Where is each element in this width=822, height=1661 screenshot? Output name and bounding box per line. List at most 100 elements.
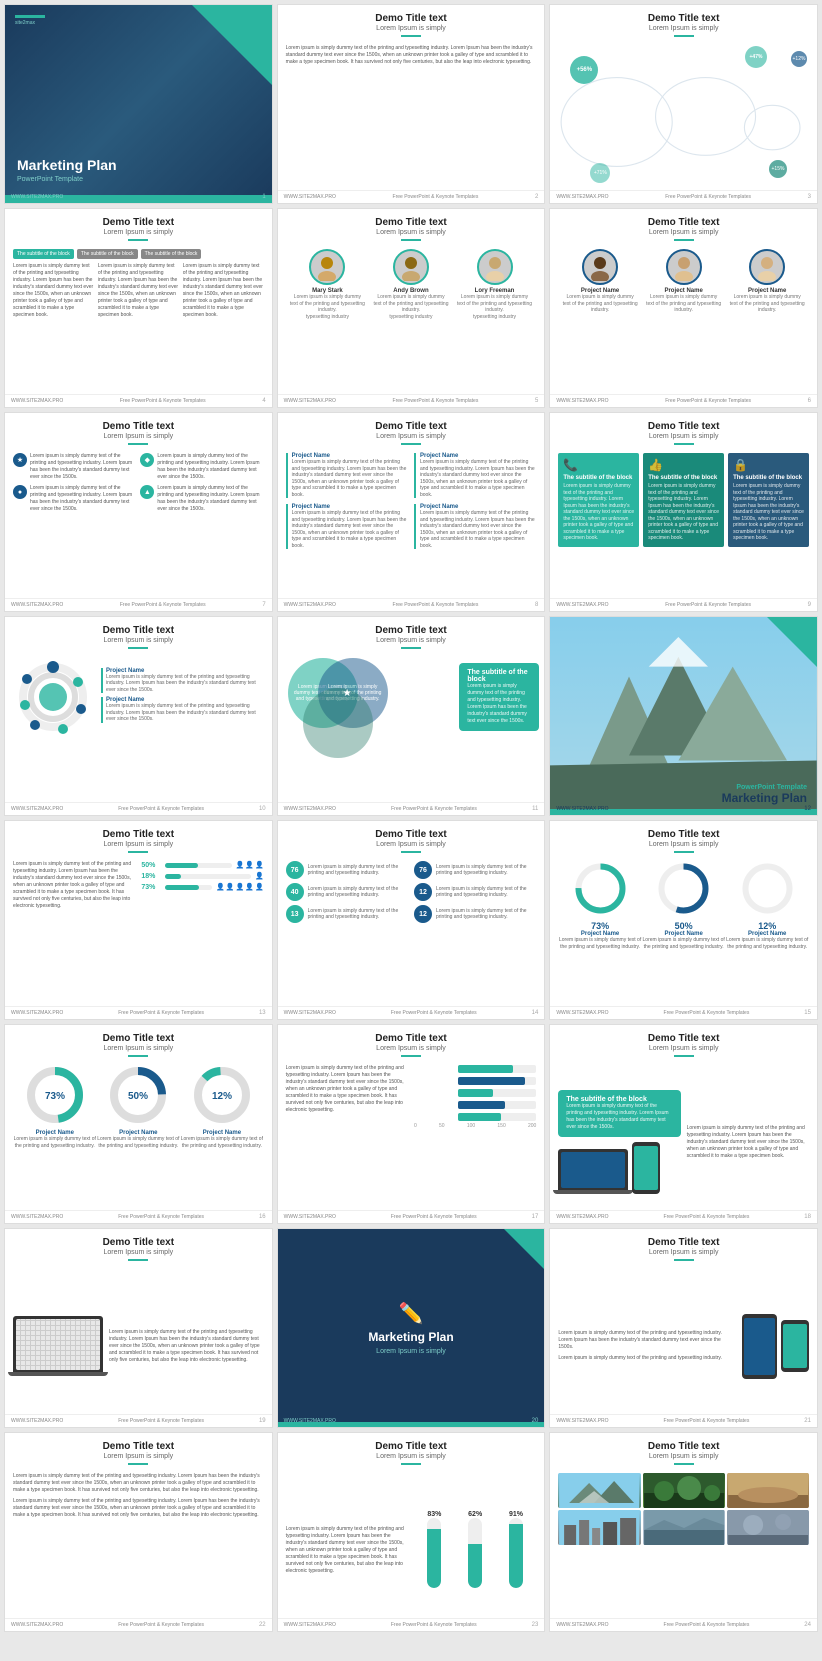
phone-devices-21 (742, 1314, 809, 1379)
slide-header-13: Demo Title text Lorem Ipsum is simply (5, 821, 272, 857)
stat-pct-13-2: 18% (141, 873, 161, 880)
svg-text:12%: 12% (212, 1091, 232, 1102)
slide-body-22: Lorem ipsum is simply dummy text of the … (5, 1469, 272, 1631)
slide-18: Demo Title text Lorem Ipsum is simply Th… (549, 1024, 818, 1224)
bar-scale-17: 0 50 100 150 200 (414, 1123, 536, 1129)
num-stat-14-6: 12 Lorem ipsum is simply dummy text of t… (414, 905, 536, 923)
slide-footer-14: WWW.SITE2MAX.PRO Free PowerPoint & Keyno… (278, 1006, 545, 1019)
tab-2[interactable]: The subtitle of the block (77, 249, 138, 259)
title-underline-16 (128, 1055, 148, 1057)
slide-3: Demo Title text Lorem Ipsum is simply +5… (549, 4, 818, 204)
cover-logo-area: site2max (15, 15, 45, 26)
slide-23: Demo Title text Lorem Ipsum is simply Lo… (277, 1432, 546, 1632)
donut-pct-15-1: 73% (558, 921, 642, 931)
slide-title-19: Demo Title text (13, 1237, 264, 1248)
slide-subtitle-13: Lorem Ipsum is simply (13, 841, 264, 848)
footer-url-11: WWW.SITE2MAX.PRO (284, 806, 336, 812)
proj-person-desc-1: Lorem ipsum is simply dummy text of the … (563, 294, 638, 314)
tab-3[interactable]: The subtitle of the block (141, 249, 202, 259)
slide-subtitle-5: Lorem Ipsum is simply (286, 229, 537, 236)
photo-grid-24 (558, 1473, 809, 1545)
photo-cell-24-1 (558, 1473, 640, 1508)
footer-url-7: WWW.SITE2MAX.PRO (11, 602, 63, 608)
slide-num-5: 5 (535, 398, 538, 404)
slide-header-15: Demo Title text Lorem Ipsum is simply (550, 821, 817, 857)
stat-row-13-3: 73% 👤 👤 👤 👤 👤 (141, 883, 263, 891)
thermo-row-23: 83% 62% 91% (414, 1511, 536, 1590)
large-donut-16-3: 12% Project Name Lorem ipsum is simply d… (180, 1065, 264, 1149)
large-donut-text-16-1: Lorem ipsum is simply dummy text of the … (13, 1136, 97, 1149)
laptop-screen-18 (561, 1152, 625, 1188)
footer-url-8: WWW.SITE2MAX.PRO (284, 602, 336, 608)
slide-header-17: Demo Title text Lorem Ipsum is simply (278, 1025, 545, 1061)
stat-bars-col-13: 50% 👤 👤 👤 18% 👤 (141, 861, 263, 1015)
icon-item-7-4: ▲ Lorem ipsum is simply dummy text of th… (140, 485, 263, 513)
donut-svg-15-3 (740, 861, 795, 916)
slide-header-9: Demo Title text Lorem Ipsum is simply (550, 413, 817, 449)
title-underline-7 (128, 443, 148, 445)
slide-num-18: 18 (804, 1214, 811, 1220)
slide-footer-11: WWW.SITE2MAX.PRO Free PowerPoint & Keyno… (278, 802, 545, 815)
stat-pct-13-3: 73% (141, 884, 161, 891)
bar-track-17-3 (458, 1089, 536, 1097)
slide-8: Demo Title text Lorem Ipsum is simply Pr… (277, 412, 546, 612)
phone-text-21: Lorem ipsum is simply dummy text of the … (558, 1330, 736, 1362)
pcard-title-9-2: The subtitle of the block (648, 475, 719, 481)
slide-subtitle-7: Lorem Ipsum is simply (13, 433, 264, 440)
slide-19: Demo Title text Lorem Ipsum is simply Lo… (4, 1228, 273, 1428)
slide-body-9: 📞 The subtitle of the block Lorem ipsum … (550, 449, 817, 611)
title-underline-9 (674, 443, 694, 445)
slide-16: Demo Title text Lorem Ipsum is simply 73… (4, 1024, 273, 1224)
logo-bar (15, 15, 45, 18)
slide-grid: site2max Marketing Plan PowerPoint Templ… (0, 0, 822, 1636)
proj-text-8-1: Lorem ipsum is simply dummy text of the … (292, 459, 408, 498)
stat-bar-fill-13-3 (165, 885, 199, 890)
slide-header-18: Demo Title text Lorem Ipsum is simply (550, 1025, 817, 1061)
venn-circle-3 (303, 688, 373, 758)
num-stat-14-5: 12 Lorem ipsum is simply dummy text of t… (414, 883, 536, 901)
slide-7: Demo Title text Lorem Ipsum is simply ★ … (4, 412, 273, 612)
stat-row-13-2: 18% 👤 (141, 872, 263, 880)
bar-row-17-4 (414, 1101, 536, 1109)
slide-title-9: Demo Title text (558, 421, 809, 432)
avatar-2 (393, 249, 429, 285)
title-underline-18 (674, 1055, 694, 1057)
bar-row-17-1 (414, 1065, 536, 1073)
large-donut-text-16-3: Lorem ipsum is simply dummy text of the … (180, 1136, 264, 1149)
pi-13-7: 👤 (236, 883, 245, 891)
pi-13-8: 👤 (245, 883, 254, 891)
bar-fill-17-5 (458, 1113, 501, 1121)
phone-body-text-21-2: Lorem ipsum is simply dummy text of the … (558, 1355, 736, 1362)
slide-body-16: 73% Project Name Lorem ipsum is simply d… (5, 1061, 272, 1223)
slide-footer-23: WWW.SITE2MAX.PRO Free PowerPoint & Keyno… (278, 1618, 545, 1631)
thermo-tube-23-3 (509, 1518, 523, 1588)
title-underline-3 (674, 35, 694, 37)
bar-row-17-5 (414, 1113, 536, 1121)
num-stat-text-14-2: Lorem ipsum is simply dummy text of the … (308, 886, 408, 899)
slide-num-9: 9 (808, 602, 811, 608)
photo-svg-24-4 (558, 1510, 640, 1545)
icon-item-7-1: ★ Lorem ipsum is simply dummy text of th… (13, 453, 136, 481)
slide-num-4: 4 (262, 398, 265, 404)
laptop-base-19 (8, 1372, 108, 1376)
slide-9: Demo Title text Lorem Ipsum is simply 📞 … (549, 412, 818, 612)
icon-text-7-2: Lorem ipsum is simply dummy text of the … (157, 453, 263, 481)
laptop-18 (558, 1149, 628, 1194)
slide-subtitle-15: Lorem Ipsum is simply (558, 841, 809, 848)
people-row-6: Project Name Lorem ipsum is simply dummy… (558, 249, 809, 314)
stat-bar-bg-13-1 (165, 863, 231, 868)
person-light-icon-3 (753, 253, 781, 281)
slide-subtitle-3: Lorem Ipsum is simply (558, 25, 809, 32)
triangle-decoration (192, 5, 272, 85)
slide-body-3: +56% +47% +12% +71% +15% (550, 41, 817, 203)
title-underline-6 (674, 239, 694, 241)
tab-1[interactable]: The subtitle of the block (13, 249, 74, 259)
footer-tagline-19: Free PowerPoint & Keynote Templates (118, 1418, 204, 1424)
num-badge-14-3: 13 (286, 905, 304, 923)
bar-fill-17-1 (458, 1065, 513, 1073)
slide-22: Demo Title text Lorem Ipsum is simply Lo… (4, 1432, 273, 1632)
logo-text: site2max (15, 20, 45, 26)
stat-body-text-13: Lorem ipsum is simply dummy text of the … (13, 861, 135, 910)
teal-banner-title-18: The subtitle of the block (566, 1096, 672, 1103)
devices-18 (558, 1142, 680, 1194)
